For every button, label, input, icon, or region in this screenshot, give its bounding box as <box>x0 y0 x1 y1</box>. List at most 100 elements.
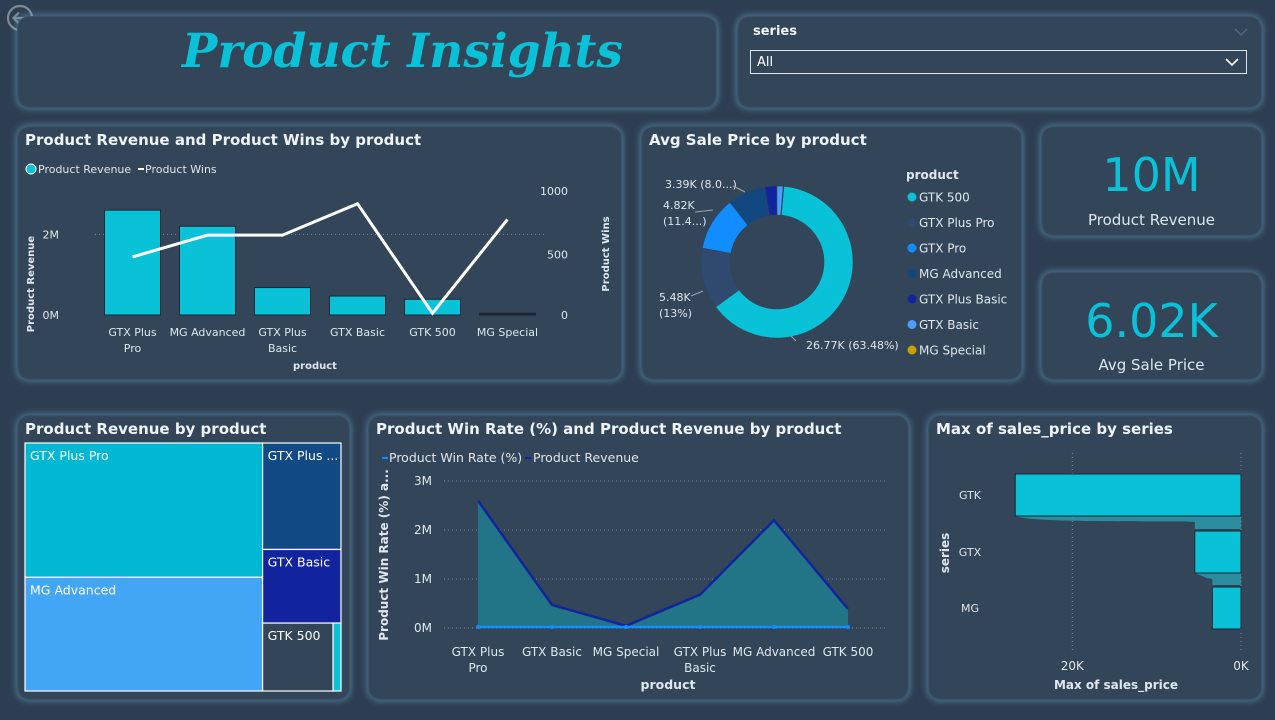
leader-line <box>694 209 714 213</box>
kpi-value: 10M <box>1102 148 1201 202</box>
tile-label: GTX Basic <box>268 554 331 569</box>
x-tick-label: GTX Plus Pro <box>452 645 505 675</box>
y2-axis-title: Product Wins <box>601 216 612 291</box>
legend-marker-gtx-pro <box>907 243 917 253</box>
x-tick-label: GTK 500 <box>823 645 874 659</box>
chevron-down-icon <box>1225 58 1239 67</box>
series-slicer: series All <box>737 16 1262 108</box>
legend-label: Product Win Rate (%) <box>389 450 522 465</box>
x-tick-label: MG Advanced <box>733 645 816 659</box>
y-tick-label: 0M <box>43 309 60 322</box>
x-tick-label: GTX Plus Basic <box>674 645 727 675</box>
y-axis-title: Product Win Rate (%) a... <box>377 469 391 641</box>
revenue-wins-chart[interactable]: Product Revenue and Product Wins by prod… <box>17 126 622 380</box>
x-tick-label: GTX Plus Basic <box>258 326 307 355</box>
leader-line <box>690 290 704 297</box>
legend-label: MG Special <box>919 344 986 358</box>
y-tick-label: GTK <box>959 489 982 502</box>
tile-label: MG Advanced <box>30 582 116 597</box>
slicer-selected-value: All <box>757 55 774 70</box>
data-label: 5.48K (13%) <box>659 291 692 320</box>
y-tick-label: MG <box>961 602 979 615</box>
y-tick-label: 0M <box>414 621 432 635</box>
y-tick-label: 2M <box>414 523 432 537</box>
ribbon <box>1194 573 1241 585</box>
legend-label: Product Revenue <box>533 450 639 465</box>
tile-mg-special <box>332 622 342 692</box>
x-tick-label: 20K <box>1061 659 1085 673</box>
legend-label: Product Revenue <box>38 163 131 176</box>
data-label: 4.82K (11.4...) <box>663 199 707 228</box>
y-tick-label: 2M <box>43 228 60 241</box>
avg-sale-price-chart[interactable]: Avg Sale Price by product 26.77K (63.48%… <box>641 126 1022 380</box>
legend-marker-gtx-plus-pro <box>907 218 917 227</box>
legend-marker-gtk-500 <box>907 192 917 202</box>
legend-label: GTK 500 <box>919 191 970 205</box>
bar-gtx <box>1194 530 1242 574</box>
bar-mg-special <box>479 312 536 316</box>
x-tick-label: GTX Plus Pro <box>108 326 157 355</box>
title-card: Product Insights <box>17 16 717 108</box>
y2-tick-label: 1000 <box>540 185 568 198</box>
tile-label: GTK 500 <box>268 628 321 643</box>
x-tick-label: 0K <box>1233 659 1250 673</box>
y-axis-title: series <box>938 533 952 574</box>
page-title: Product Insights <box>182 24 623 79</box>
tile-label: GTX Plus Pro <box>30 448 109 463</box>
point-winrate-gtx-plus-basic <box>698 625 702 629</box>
bar-mg <box>1211 586 1242 630</box>
kpi-value: 6.02K <box>1085 294 1218 348</box>
kpi-label: Product Revenue <box>1087 211 1216 229</box>
max-sales-price-chart[interactable]: Max of sales_price by series 20K 0K Max of… <box>928 415 1262 700</box>
data-label: 3.39K (8.0...) <box>665 178 737 191</box>
slicer-dropdown[interactable]: All <box>750 50 1247 74</box>
bar-gtx-plus-basic <box>254 287 311 316</box>
point-winrate-gtk-500 <box>846 625 850 629</box>
legend-label: MG Advanced <box>919 267 1002 281</box>
legend-marker-wins <box>138 168 144 170</box>
kpi-label: Avg Sale Price <box>1098 356 1205 374</box>
ribbon <box>1015 516 1241 529</box>
x-tick-label: GTK 500 <box>409 326 456 339</box>
point-winrate-gtx-plus-pro <box>476 625 480 629</box>
y-tick-label: GTX <box>959 546 982 559</box>
tile-gtx-plus-pro <box>24 442 264 578</box>
legend-marker-winrate <box>382 457 388 459</box>
bar-gtk <box>1014 473 1242 517</box>
revenue-treemap[interactable]: Product Revenue by product GTX Plus Pro M… <box>17 415 350 700</box>
legend-label: GTX Basic <box>919 318 979 332</box>
leader-line <box>790 335 797 342</box>
legend-label: GTX Plus Basic <box>919 293 1007 307</box>
legend-label: GTX Plus Pro <box>919 216 995 230</box>
legend-marker-mg-advanced <box>907 269 917 278</box>
point-winrate-mg-special <box>624 625 628 629</box>
x-axis-title: Max of sales_price <box>1054 678 1178 693</box>
x-tick-label: MG Special <box>477 326 538 339</box>
legend-marker-gtx-basic <box>907 320 917 329</box>
legend-marker-mg-special <box>907 345 917 355</box>
legend-title: product <box>906 168 959 182</box>
area-product-revenue <box>478 500 848 628</box>
winrate-revenue-area-chart[interactable]: Product Win Rate (%) and Product Revenue… <box>368 415 909 700</box>
chevron-down-icon[interactable] <box>1234 27 1248 37</box>
legend-marker-revenue <box>525 457 531 459</box>
x-tick-label: MG Advanced <box>170 326 246 339</box>
legend-label: Product Wins <box>145 163 217 176</box>
y-axis-title: Product Revenue <box>26 236 37 333</box>
x-axis-title: product <box>641 677 696 692</box>
legend-label: GTX Pro <box>919 242 966 256</box>
y-tick-label: 3M <box>414 474 432 488</box>
bar-gtx-basic <box>329 295 386 316</box>
x-tick-label: MG Special <box>593 645 660 659</box>
y2-tick-label: 500 <box>547 249 568 262</box>
kpi-card-revenue: 10M Product Revenue <box>1041 126 1262 236</box>
y2-tick-label: 0 <box>561 309 568 322</box>
x-tick-label: GTX Basic <box>330 326 385 339</box>
tile-label: GTX Plus ... <box>268 448 339 463</box>
x-tick-label: GTX Basic <box>522 645 582 659</box>
kpi-card-avg-price: 6.02K Avg Sale Price <box>1041 272 1262 380</box>
legend-marker-gtx-plus-basic <box>907 294 917 304</box>
y-tick-label: 1M <box>414 572 432 586</box>
x-axis-title: product <box>293 361 337 372</box>
point-winrate-gtx-basic <box>550 625 554 629</box>
